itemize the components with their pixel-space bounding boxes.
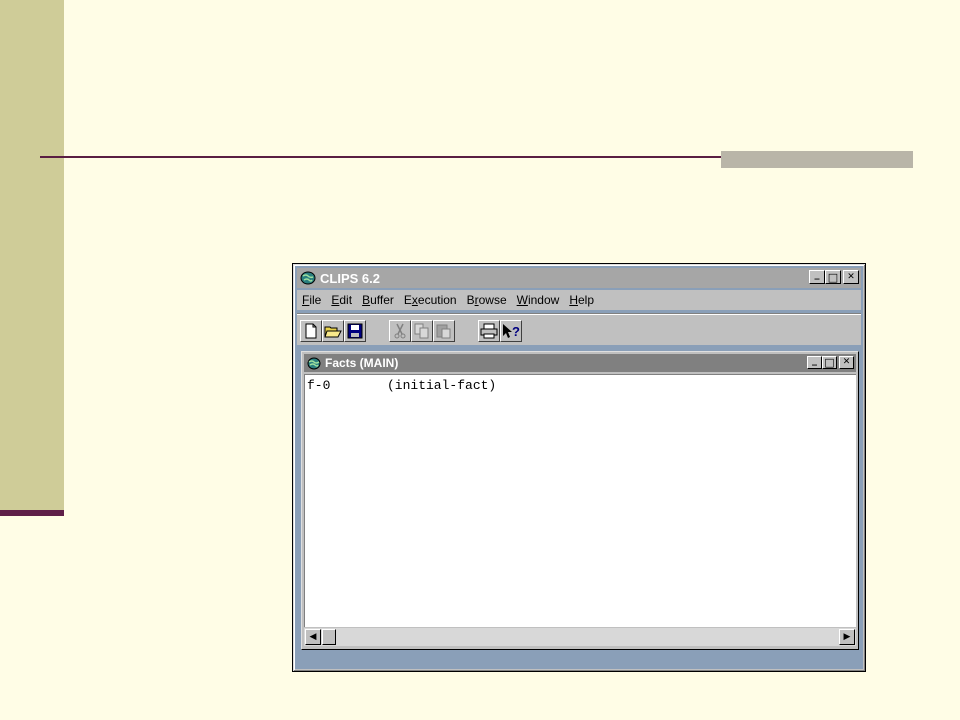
fact-text: (initial-fact) <box>387 378 497 393</box>
menu-browse[interactable]: Browse <box>462 293 512 307</box>
slide-left-bar-underline <box>0 510 64 516</box>
minimize-icon: _ <box>812 354 817 366</box>
maximize-button[interactable]: □ <box>825 270 841 284</box>
close-icon: ✕ <box>842 357 851 367</box>
menu-help[interactable]: Help <box>564 293 599 307</box>
print-button[interactable] <box>478 320 500 342</box>
horizontal-scrollbar[interactable]: ◀ ▶ <box>304 628 856 646</box>
paste-button[interactable] <box>433 320 455 342</box>
context-help-icon: ? <box>503 324 520 339</box>
new-file-icon <box>305 323 317 339</box>
facts-titlebar[interactable]: Facts (MAIN) _ □ ✕ <box>304 354 856 372</box>
scroll-left-button[interactable]: ◀ <box>305 629 321 645</box>
app-titlebar[interactable]: CLIPS 6.2 _ □ ✕ <box>297 268 861 288</box>
facts-minimize-button[interactable]: _ <box>807 354 822 369</box>
close-icon: ✕ <box>847 271 855 282</box>
toolbar: ? <box>297 313 861 345</box>
copy-icon <box>414 323 429 339</box>
minimize-button[interactable]: _ <box>809 270 825 284</box>
context-help-button[interactable]: ? <box>500 320 522 342</box>
paste-icon <box>436 324 451 339</box>
fact-id: f-0 <box>307 378 331 393</box>
facts-window: Facts (MAIN) _ □ ✕ f-0 (initial-fact) ◀ … <box>301 351 859 650</box>
facts-globe-icon[interactable] <box>306 355 322 371</box>
clips-app-window: CLIPS 6.2 _ □ ✕ File Edit Buffer Executi… <box>292 263 866 672</box>
menu-file[interactable]: File <box>297 293 326 307</box>
maximize-icon: □ <box>827 270 839 284</box>
facts-list[interactable]: f-0 (initial-fact) <box>304 374 856 627</box>
close-button[interactable]: ✕ <box>843 270 859 284</box>
cut-button[interactable] <box>389 320 411 342</box>
scroll-left-icon: ◀ <box>309 632 317 642</box>
facts-maximize-button[interactable]: □ <box>822 356 837 369</box>
svg-text:?: ? <box>512 324 520 339</box>
open-folder-icon <box>324 326 342 338</box>
menu-window[interactable]: Window <box>512 293 565 307</box>
facts-caption-buttons: _ □ ✕ <box>807 354 854 369</box>
fact-row[interactable]: f-0 (initial-fact) <box>307 378 854 393</box>
facts-window-title: Facts (MAIN) <box>325 356 399 370</box>
scroll-right-button[interactable]: ▶ <box>839 629 855 645</box>
copy-button[interactable] <box>411 320 433 342</box>
facts-close-button[interactable]: ✕ <box>839 356 854 369</box>
slide-title-rule-accent <box>721 151 913 168</box>
status-bar <box>297 650 861 668</box>
print-icon <box>480 323 498 339</box>
clips-globe-icon[interactable] <box>299 270 317 286</box>
slide-left-bar <box>0 0 64 512</box>
save-disk-icon <box>347 323 363 339</box>
menu-execution[interactable]: Execution <box>399 293 462 307</box>
save-file-button[interactable] <box>344 320 366 342</box>
scroll-right-icon: ▶ <box>843 632 851 642</box>
menu-buffer[interactable]: Buffer <box>357 293 399 307</box>
app-title: CLIPS 6.2 <box>320 270 380 286</box>
app-caption-buttons: _ □ ✕ <box>809 270 859 284</box>
open-file-button[interactable] <box>322 320 344 342</box>
maximize-icon: □ <box>824 356 835 369</box>
new-file-button[interactable] <box>300 320 322 342</box>
menubar: File Edit Buffer Execution Browse Window… <box>297 290 861 310</box>
cut-scissors-icon <box>394 323 406 339</box>
minimize-icon: _ <box>814 269 820 280</box>
menu-edit[interactable]: Edit <box>326 293 357 307</box>
scroll-thumb[interactable] <box>322 629 336 645</box>
